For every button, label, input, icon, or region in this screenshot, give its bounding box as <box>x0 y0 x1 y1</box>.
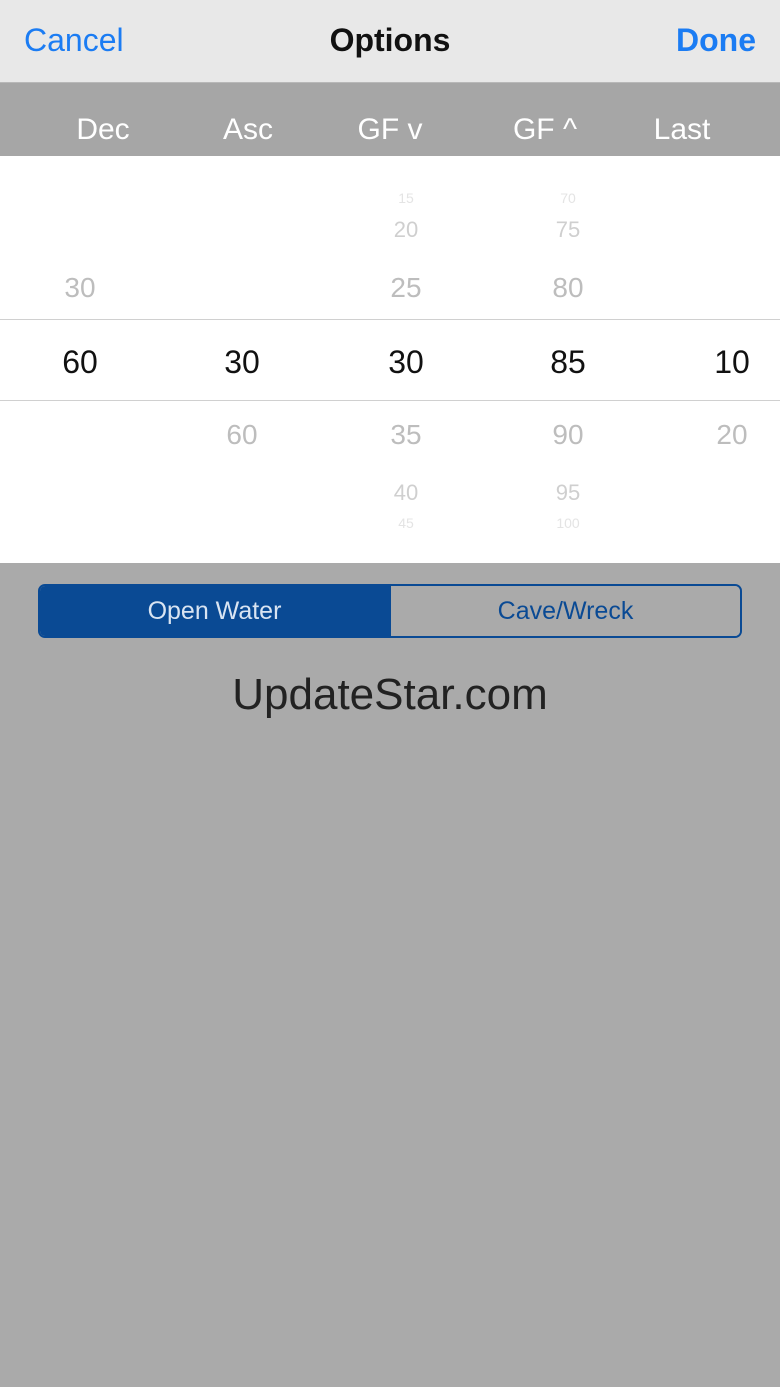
header-dec: Dec <box>76 113 130 146</box>
picker-value: 20 <box>393 217 419 242</box>
picker-selected-value: 30 <box>388 344 424 380</box>
picker-column-gf-down[interactable]: 15 20 25 30 35 40 45 <box>336 156 476 563</box>
picker-column-dec[interactable]: 30 60 <box>10 156 150 563</box>
dive-mode-segmented-control[interactable]: Open Water Cave/Wreck <box>38 584 742 638</box>
picker-value: 20 <box>716 419 748 450</box>
picker-value: 45 <box>398 515 414 531</box>
picker-value: 60 <box>226 419 258 450</box>
navigation-bar: Cancel Options Done <box>0 0 780 83</box>
watermark-text: UpdateStar.com <box>232 670 548 719</box>
picker-value: 80 <box>552 272 584 303</box>
picker-value: 15 <box>398 190 414 206</box>
picker-selected-value: 60 <box>62 344 98 380</box>
header-gf-up: GF ^ <box>512 113 578 146</box>
segment-cave-wreck[interactable]: Cave/Wreck <box>389 586 740 636</box>
picker-value: 90 <box>552 419 584 450</box>
picker-value: 25 <box>390 272 422 303</box>
picker-header-row: Dec Asc GF v GF ^ Last <box>0 83 780 156</box>
picker-column-last[interactable]: 10 20 <box>662 156 780 563</box>
picker-column-gf-up[interactable]: 70 75 80 85 90 95 100 <box>498 156 638 563</box>
header-last: Last <box>653 113 711 146</box>
picker-value: 30 <box>64 272 96 303</box>
gradient-factor-picker[interactable]: 30 60 30 60 15 20 25 30 35 40 45 70 75 8… <box>0 156 780 563</box>
picker-value: 100 <box>556 515 580 531</box>
picker-selected-value: 30 <box>224 344 260 380</box>
picker-value: 95 <box>555 480 581 505</box>
done-button[interactable]: Done <box>676 22 756 59</box>
picker-value: 70 <box>560 190 576 206</box>
picker-selected-value: 10 <box>714 344 750 380</box>
picker-value: 75 <box>555 217 581 242</box>
picker-selected-value: 85 <box>550 344 586 380</box>
page-title: Options <box>329 22 451 58</box>
segment-open-water[interactable]: Open Water <box>40 586 389 636</box>
header-asc: Asc <box>222 113 273 146</box>
picker-column-asc[interactable]: 30 60 <box>172 156 312 563</box>
header-gf-down: GF v <box>357 113 423 146</box>
picker-value: 40 <box>393 480 419 505</box>
picker-value: 35 <box>390 419 422 450</box>
